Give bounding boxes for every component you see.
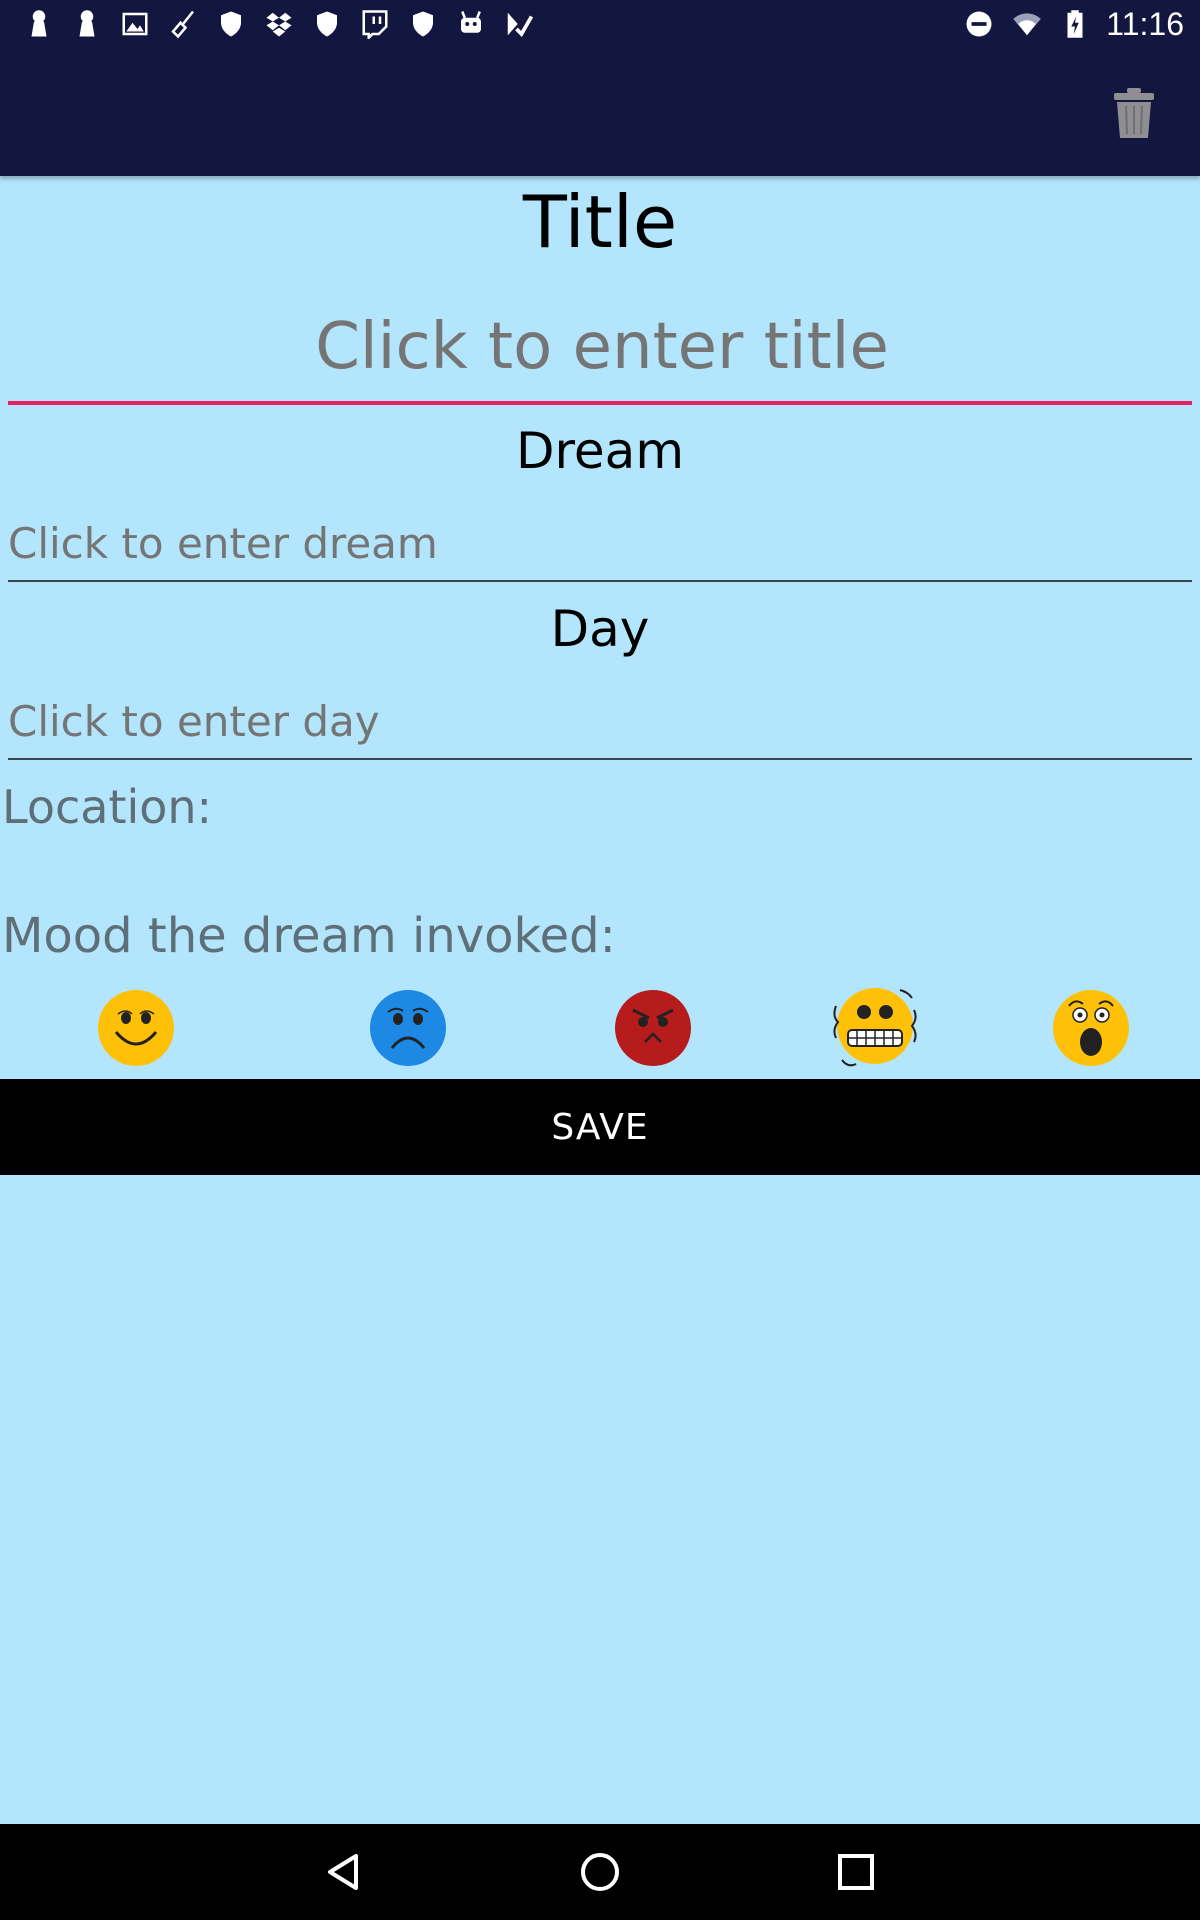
wifi-icon bbox=[1010, 8, 1044, 40]
system-status: 11:16 bbox=[962, 6, 1184, 42]
shield-icon bbox=[406, 8, 440, 40]
image-icon bbox=[118, 8, 152, 40]
dropbox-icon bbox=[262, 8, 296, 40]
status-bar: 11:16 bbox=[0, 0, 1200, 48]
dream-input-underline bbox=[8, 580, 1192, 582]
checkmark-icon bbox=[502, 8, 536, 40]
trash-icon[interactable] bbox=[1112, 86, 1156, 140]
title-input-underline bbox=[8, 401, 1192, 405]
dream-heading: Dream bbox=[515, 422, 685, 480]
recents-icon[interactable] bbox=[834, 1850, 878, 1894]
sad-face-icon bbox=[370, 990, 446, 1066]
dream-input[interactable] bbox=[8, 512, 1194, 574]
notification-icons bbox=[22, 8, 536, 40]
day-heading: Day bbox=[550, 600, 650, 658]
back-icon[interactable] bbox=[322, 1850, 366, 1894]
shield-icon bbox=[214, 8, 248, 40]
do-not-disturb-icon bbox=[962, 8, 996, 40]
android-icon bbox=[454, 8, 488, 40]
navigation-bar bbox=[0, 1824, 1200, 1920]
broom-icon bbox=[166, 8, 200, 40]
keyhole-icon bbox=[70, 8, 104, 40]
mood-angry-button[interactable] bbox=[615, 990, 691, 1066]
angry-face-icon bbox=[615, 990, 691, 1066]
save-button[interactable]: SAVE bbox=[0, 1079, 1200, 1175]
location-label: Location: bbox=[2, 780, 213, 834]
anxious-face-icon bbox=[833, 988, 917, 1067]
mood-happy-button[interactable] bbox=[98, 990, 174, 1066]
app-bar bbox=[0, 48, 1200, 176]
home-icon[interactable] bbox=[578, 1850, 622, 1894]
mood-sad-button[interactable] bbox=[370, 990, 446, 1066]
keyhole-icon bbox=[22, 8, 56, 40]
day-input[interactable] bbox=[8, 690, 1194, 752]
twitch-icon bbox=[358, 8, 392, 40]
battery-charging-icon bbox=[1058, 8, 1092, 40]
title-heading: Title bbox=[522, 180, 678, 264]
scared-face-icon bbox=[1053, 990, 1129, 1066]
status-time: 11:16 bbox=[1106, 5, 1184, 42]
title-input[interactable] bbox=[8, 300, 1196, 394]
mood-scared-button[interactable] bbox=[1053, 990, 1129, 1066]
shield-icon bbox=[310, 8, 344, 40]
mood-anxious-button[interactable] bbox=[830, 986, 920, 1070]
happy-face-icon bbox=[98, 990, 174, 1066]
day-input-underline bbox=[8, 758, 1192, 760]
mood-label: Mood the dream invoked: bbox=[2, 908, 616, 964]
